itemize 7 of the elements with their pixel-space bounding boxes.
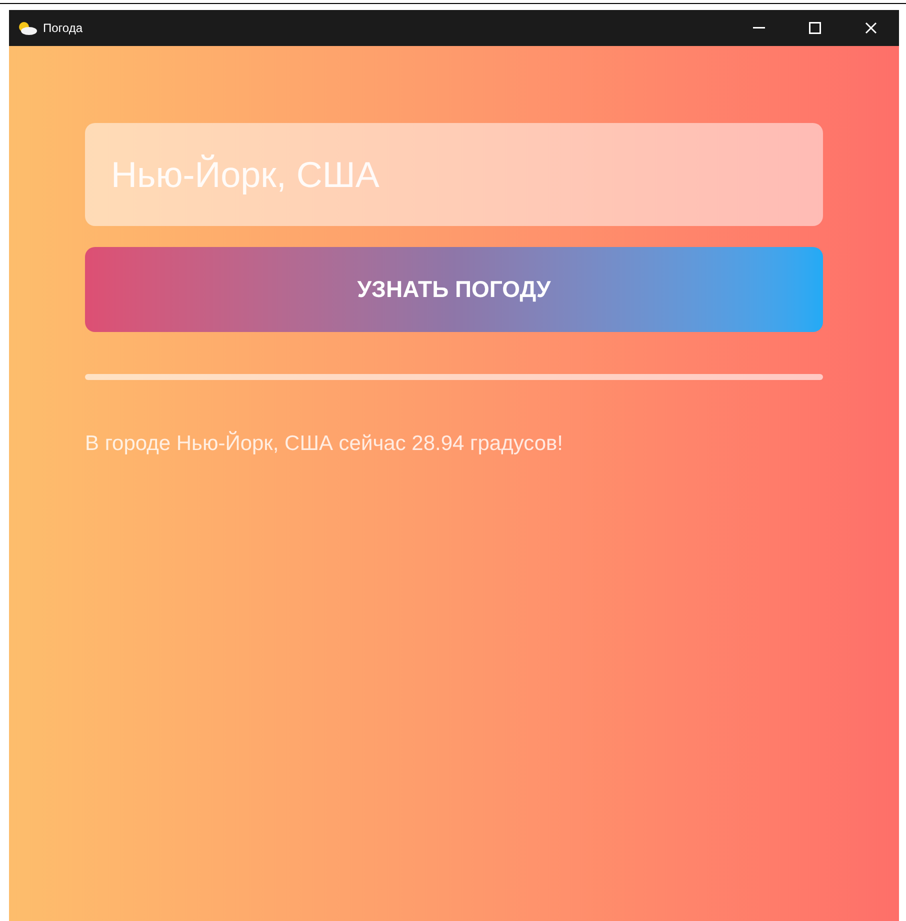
maximize-icon xyxy=(809,22,821,34)
weather-result-text: В городе Нью-Йорк, США сейчас 28.94 градусов! xyxy=(85,430,564,457)
window-title: Погода xyxy=(43,20,82,37)
cloud-sun-icon xyxy=(17,21,37,35)
get-weather-button[interactable]: УЗНАТЬ ПОГОДУ xyxy=(85,247,823,332)
minimize-icon xyxy=(753,27,765,29)
close-icon xyxy=(865,22,877,34)
